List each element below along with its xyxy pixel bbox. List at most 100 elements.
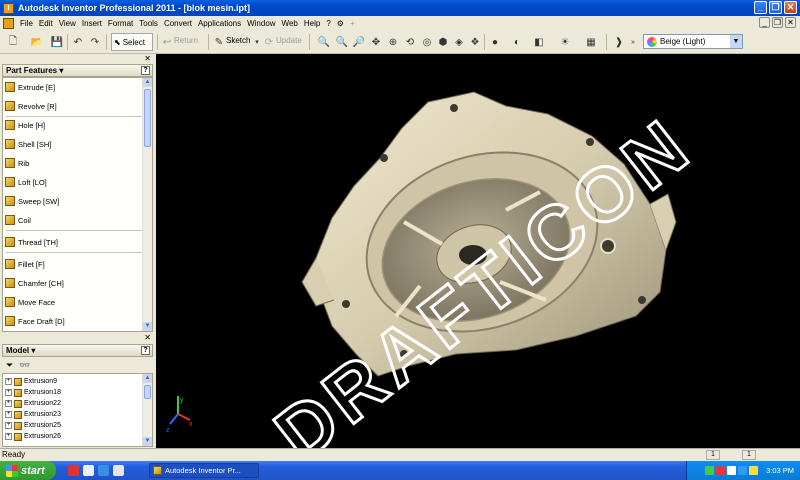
- sketch-icon[interactable]: ✎: [212, 35, 226, 49]
- chevron-down-icon[interactable]: ▼: [730, 35, 742, 48]
- redo-icon[interactable]: ↷: [88, 35, 102, 49]
- doc-minimize-button[interactable]: _: [759, 17, 770, 28]
- expand-icon[interactable]: +: [5, 400, 12, 407]
- appearance-dropdown[interactable]: Beige (Light) ▼: [643, 34, 743, 49]
- start-button[interactable]: start: [0, 461, 56, 480]
- sketch-button[interactable]: Sketch: [226, 36, 250, 45]
- feature-shell[interactable]: Shell [SH]: [5, 137, 51, 151]
- scroll-up-icon[interactable]: ▲: [143, 374, 152, 383]
- ground-plane-icon[interactable]: ▦: [584, 35, 598, 49]
- inventor-app-icon[interactable]: I: [3, 2, 14, 14]
- feature-loft[interactable]: Loft [LO]: [5, 175, 47, 189]
- zoom-selected-icon[interactable]: ⊕: [386, 35, 400, 49]
- menu-help[interactable]: Help: [301, 19, 323, 28]
- menu-file[interactable]: File: [17, 19, 36, 28]
- zoom-window-icon[interactable]: 🔎: [352, 35, 366, 49]
- feature-move-face[interactable]: Move Face: [5, 295, 55, 309]
- feature-fillet[interactable]: Fillet [F]: [5, 257, 45, 271]
- tray-icon[interactable]: [716, 466, 726, 475]
- lighting-icon[interactable]: ☀: [558, 35, 572, 49]
- feature-extrude[interactable]: Extrude [E]: [5, 80, 55, 94]
- feature-chamfer[interactable]: Chamfer [CH]: [5, 276, 64, 290]
- feature-hole[interactable]: Hole [H]: [5, 118, 45, 132]
- part-features-header[interactable]: Part Features ▾ ?: [2, 64, 153, 77]
- menu-edit[interactable]: Edit: [36, 19, 56, 28]
- model-panel-close-icon[interactable]: ✕: [144, 333, 151, 342]
- save-icon[interactable]: 💾: [50, 35, 64, 49]
- restore-button[interactable]: ❐: [769, 1, 782, 14]
- new-icon[interactable]: 🗋: [6, 35, 20, 49]
- menu-format[interactable]: Format: [105, 19, 136, 28]
- menu-tools[interactable]: Tools: [136, 19, 161, 28]
- menu-insert[interactable]: Insert: [79, 19, 105, 28]
- find-icon[interactable]: 👓: [19, 360, 30, 371]
- tray-icon[interactable]: [705, 466, 715, 475]
- tray-icon[interactable]: [738, 466, 748, 475]
- visual-style-icon[interactable]: ●: [488, 35, 502, 49]
- quick-launch-email-icon[interactable]: [83, 465, 94, 476]
- model-help-icon[interactable]: ?: [141, 346, 150, 355]
- undo-icon[interactable]: ↶: [71, 35, 85, 49]
- add-icon[interactable]: +: [347, 19, 358, 28]
- shadow-icon[interactable]: ◐: [510, 35, 524, 49]
- orbit-icon[interactable]: ⟲: [403, 35, 417, 49]
- expand-toolbar-icon[interactable]: »: [626, 35, 640, 49]
- help-icon[interactable]: ?: [141, 66, 150, 75]
- quick-launch-player-icon[interactable]: [113, 465, 124, 476]
- tree-item[interactable]: + Extrusion26: [5, 431, 61, 442]
- tree-item[interactable]: + Extrusion23: [5, 409, 61, 420]
- return-icon[interactable]: ↩: [160, 35, 174, 49]
- features-scrollbar[interactable]: ▲ ▼: [142, 78, 152, 331]
- engine-block-model[interactable]: DRAFTICON y x z: [156, 54, 800, 448]
- update-button[interactable]: Update: [276, 36, 302, 45]
- return-button[interactable]: Return: [174, 36, 198, 45]
- scroll-thumb[interactable]: [144, 89, 151, 147]
- tree-item[interactable]: + Extrusion18: [5, 387, 61, 398]
- tray-icon[interactable]: [749, 466, 759, 475]
- scroll-down-icon[interactable]: ▼: [143, 322, 152, 331]
- zoom-icon[interactable]: 🔍: [335, 35, 349, 49]
- steering-wheel-icon[interactable]: ❖: [468, 35, 482, 49]
- panel-close-icon[interactable]: ✕: [144, 54, 151, 63]
- scroll-thumb[interactable]: [144, 385, 151, 399]
- filter-icon[interactable]: ⏷: [6, 360, 13, 371]
- pan-icon[interactable]: ✥: [369, 35, 383, 49]
- update-icon[interactable]: ⟳: [262, 35, 276, 49]
- tree-scrollbar[interactable]: ▲ ▼: [142, 374, 152, 446]
- clock[interactable]: 3:03 PM: [766, 466, 794, 475]
- expand-icon[interactable]: +: [5, 433, 12, 440]
- expand-icon[interactable]: +: [5, 422, 12, 429]
- menu-convert[interactable]: Convert: [161, 19, 195, 28]
- home-view-icon[interactable]: ⬢: [436, 35, 450, 49]
- help-icon[interactable]: ?: [323, 19, 333, 28]
- camera-icon[interactable]: ◧: [532, 35, 546, 49]
- quick-launch-ie-icon[interactable]: [98, 465, 109, 476]
- feature-rib[interactable]: Rib: [5, 156, 29, 170]
- feature-face-draft[interactable]: Face Draft [D]: [5, 314, 65, 328]
- graphics-window[interactable]: DRAFTICON y x z: [156, 54, 800, 448]
- menu-view[interactable]: View: [56, 19, 79, 28]
- expand-icon[interactable]: +: [5, 411, 12, 418]
- menu-web[interactable]: Web: [279, 19, 301, 28]
- look-at-icon[interactable]: ◎: [420, 35, 434, 49]
- expand-icon[interactable]: +: [5, 378, 12, 385]
- menu-applications[interactable]: Applications: [195, 19, 244, 28]
- open-icon[interactable]: 📂: [30, 35, 44, 49]
- zoom-all-icon[interactable]: 🔍: [317, 35, 331, 49]
- tree-item[interactable]: + Extrusion25: [5, 420, 61, 431]
- design-doctor-icon[interactable]: ❱: [612, 35, 626, 49]
- scroll-up-icon[interactable]: ▲: [143, 78, 152, 87]
- tray-icon[interactable]: [727, 466, 737, 475]
- tree-item[interactable]: + Extrusion9: [5, 376, 57, 387]
- feature-sweep[interactable]: Sweep [SW]: [5, 194, 59, 208]
- menu-window[interactable]: Window: [244, 19, 278, 28]
- model-header[interactable]: Model ▾ ?: [2, 344, 153, 357]
- document-icon[interactable]: [3, 17, 14, 29]
- tree-item[interactable]: + Extrusion22: [5, 398, 61, 409]
- scroll-down-icon[interactable]: ▼: [143, 437, 152, 446]
- select-button[interactable]: ⬉ Select: [111, 33, 153, 51]
- taskbar-inventor-item[interactable]: Autodesk Inventor Pr...: [149, 463, 259, 478]
- close-button[interactable]: ✕: [784, 1, 797, 14]
- feature-thread[interactable]: Thread [TH]: [5, 235, 58, 249]
- feature-revolve[interactable]: Revolve [R]: [5, 99, 57, 113]
